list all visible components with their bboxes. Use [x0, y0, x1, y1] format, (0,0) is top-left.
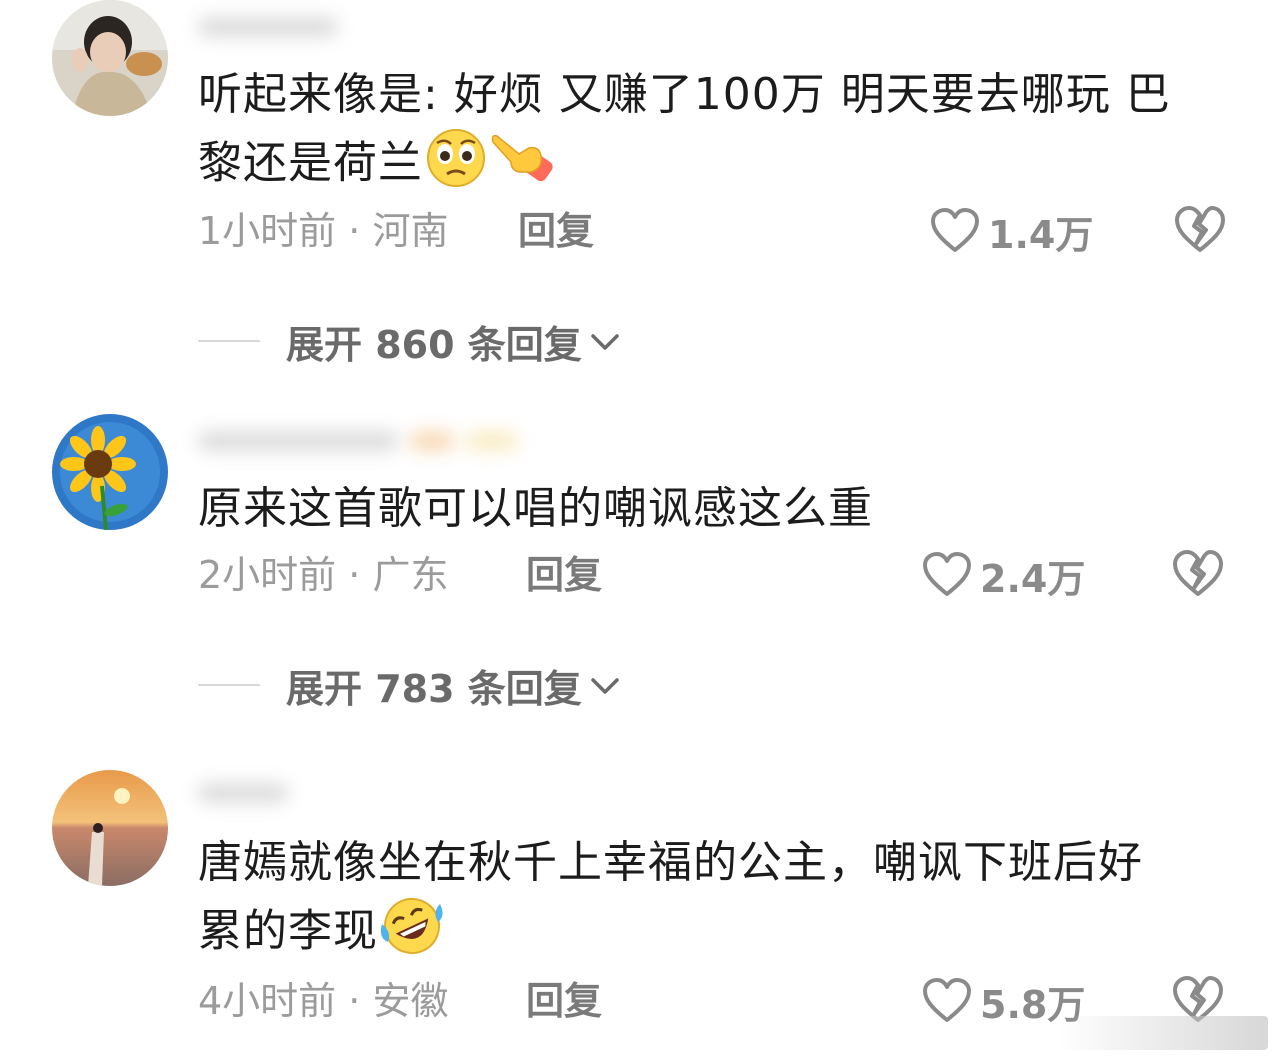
like-button[interactable]: 2.4万 [922, 550, 1086, 601]
broken-heart-icon [1174, 206, 1228, 254]
divider-line [198, 684, 260, 686]
expand-label: 展开 783 条回复 [286, 666, 582, 711]
rolling-laughing-face-icon [378, 894, 446, 973]
timestamp: 2小时前 [198, 553, 337, 597]
reply-button[interactable]: 回复 [526, 976, 602, 1026]
chevron-down-icon [588, 663, 622, 707]
dislike-button[interactable] [1174, 206, 1228, 256]
dislike-button[interactable] [1172, 550, 1226, 600]
comment-meta: 1小时前 · 河南 [198, 206, 448, 256]
avatar[interactable] [52, 0, 168, 116]
expand-replies-button[interactable]: 展开 860 条回复 [198, 316, 622, 367]
comment-meta: 2小时前 · 广东 [198, 550, 448, 600]
reply-button[interactable]: 回复 [518, 206, 594, 256]
watermark-overlay [1058, 1016, 1268, 1050]
like-count: 1.4万 [988, 212, 1094, 257]
separator: · [348, 979, 361, 1023]
pointing-hand-icon [489, 126, 555, 205]
location: 广东 [372, 553, 449, 597]
location: 河南 [372, 209, 449, 253]
reply-button[interactable]: 回复 [526, 550, 602, 600]
username-blurred[interactable] [198, 772, 518, 812]
timestamp: 1小时前 [198, 209, 337, 253]
comment-meta: 4小时前 · 安徽 [198, 976, 448, 1026]
like-count: 2.4万 [980, 556, 1086, 601]
comment-text: 听起来像是: 好烦 又赚了100万 明天要去哪玩 巴 黎还是荷兰 [198, 64, 1238, 205]
broken-heart-icon [1172, 550, 1226, 598]
pleading-face-icon [423, 126, 489, 205]
divider-line [198, 340, 260, 342]
separator: · [348, 553, 361, 597]
username-blurred[interactable] [198, 420, 518, 460]
timestamp: 4小时前 [198, 979, 337, 1023]
avatar[interactable] [52, 414, 168, 530]
comment-text: 原来这首歌可以唱的嘲讽感这么重 [198, 483, 873, 534]
heart-icon [922, 552, 972, 598]
like-button[interactable]: 1.4万 [930, 206, 1094, 257]
separator: · [348, 209, 361, 253]
avatar[interactable] [52, 770, 168, 886]
comment-text: 唐嫣就像坐在秋千上幸福的公主，嘲讽下班后好 累的李现 [198, 832, 1238, 973]
heart-icon [930, 208, 980, 254]
expand-label: 展开 860 条回复 [286, 322, 582, 367]
heart-icon [922, 978, 972, 1024]
location: 安徽 [372, 979, 449, 1023]
username-blurred[interactable] [198, 6, 518, 46]
chevron-down-icon [588, 319, 622, 363]
expand-replies-button[interactable]: 展开 783 条回复 [198, 660, 622, 711]
